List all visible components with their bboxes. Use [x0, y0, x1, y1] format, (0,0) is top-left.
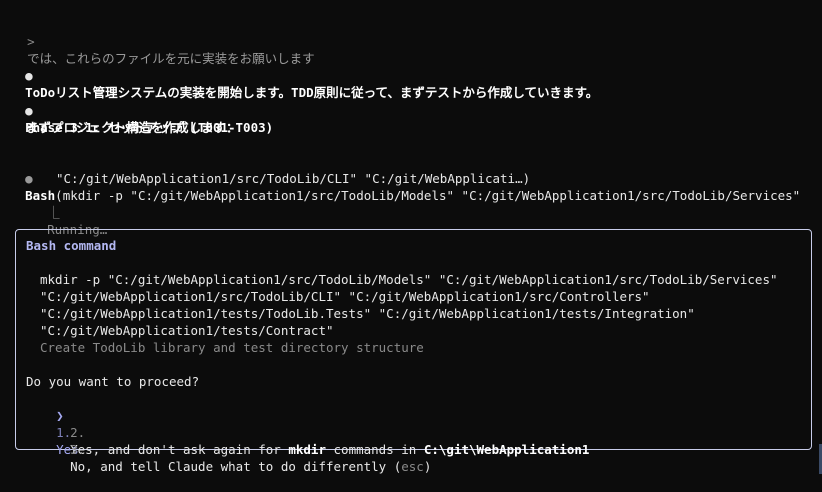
option-label-close: ) [423, 459, 432, 474]
prompt-caret-icon: > [27, 34, 35, 49]
command-description: Create TodoLib library and test director… [40, 340, 424, 355]
bash-command-dialog: Bash command mkdir -p "C:/git/WebApplica… [15, 229, 812, 474]
option-path: C:\git\WebApplication1 [423, 442, 590, 457]
option-no-tell-claude[interactable]: 3. No, and tell Claude what to do differ… [40, 424, 431, 492]
command-line: mkdir -p "C:/git/WebApplication1/src/Tod… [40, 272, 778, 287]
bullet-icon: ● [25, 103, 33, 118]
tool-bullet-icon: ● [25, 171, 33, 186]
sub-text: まずプロジェクト構造を作成します： [26, 120, 239, 135]
option-number: 3. [70, 442, 86, 457]
tool-args-line1: (mkdir -p "C:/git/WebApplication1/src/To… [55, 188, 801, 203]
option-label: No, and tell Claude what to do different… [70, 459, 402, 474]
tool-args-line2: "C:/git/WebApplication1/src/TodoLib/CLI"… [56, 171, 531, 186]
command-line: "C:/git/WebApplication1/tests/Contract" [40, 323, 334, 338]
esc-hint: esc [401, 459, 424, 474]
dialog-title: Bash command [26, 238, 117, 253]
tree-branch-icon: ⎿ [47, 205, 60, 220]
command-line: "C:/git/WebApplication1/src/TodoLib/CLI"… [40, 289, 650, 304]
proceed-question: Do you want to proceed? [26, 374, 200, 389]
bullet-icon: ● [25, 68, 33, 83]
command-line: "C:/git/WebApplication1/tests/TodoLib.Te… [40, 306, 695, 321]
